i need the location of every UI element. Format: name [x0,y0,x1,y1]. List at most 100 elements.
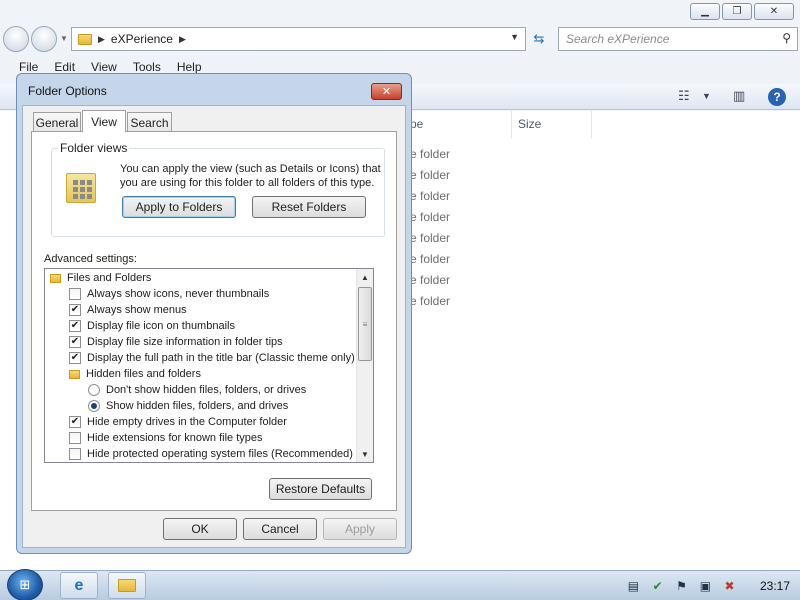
close-window-button[interactable]: ✕ [754,3,794,20]
scroll-thumb[interactable]: ≡ [358,287,372,361]
tree-item-label: Display the full path in the title bar (… [87,352,355,364]
apply-button[interactable]: Apply [323,518,397,540]
checkbox-unchecked[interactable] [69,432,81,444]
volume-muted-icon[interactable]: ✖ [722,579,737,594]
breadcrumb-experience[interactable]: eXPerience [111,32,173,46]
scroll-down-icon[interactable]: ▼ [357,446,373,462]
tree-option-row[interactable]: ✔ Display the full path in the title bar … [45,350,357,366]
tree-scrollbar[interactable]: ▲ ≡ ▼ [356,269,373,462]
back-button[interactable] [3,26,29,52]
apply-to-folders-button[interactable]: Apply to Folders [122,196,236,218]
breadcrumb-arrow-icon[interactable]: ▶ [98,34,105,45]
minimize-button[interactable]: ▁ [690,3,720,20]
file-type-cell[interactable]: e folder [410,252,450,266]
tree-item-label: Display file icon on thumbnails [87,320,235,332]
checkbox-unchecked[interactable] [69,448,81,460]
search-placeholder: Search eXPerience [566,32,670,46]
tree-option-row[interactable]: ✔ Always show menus [45,302,357,318]
tree-option-row[interactable]: Hide extensions for known file types [45,430,357,446]
tree-item-label: Files and Folders [67,272,152,284]
column-divider[interactable] [591,111,592,139]
maximize-button[interactable]: ❐ [722,3,752,20]
internet-explorer-icon: e [74,576,84,594]
file-type-cell[interactable]: e folder [410,273,450,287]
reset-folders-button[interactable]: Reset Folders [252,196,366,218]
security-shield-icon[interactable]: ✔ [650,579,665,594]
tree-option-row[interactable]: Always show icons, never thumbnails [45,286,357,302]
tree-option-row[interactable]: ✔ Display file size information in folder… [45,334,357,350]
advanced-settings-tree[interactable]: Files and Folders Always show icons, neve… [44,268,374,463]
tree-item-label: Always show menus [87,304,187,316]
file-type-cell[interactable]: e folder [410,231,450,245]
tab-general[interactable]: General [33,112,81,132]
forward-button[interactable] [31,26,57,52]
folder-views-group: Folder views You can apply the view (suc… [51,141,385,237]
tree-item-label: Hidden files and folders [86,368,201,380]
tree-item-label: Show hidden files, folders, and drives [106,400,289,412]
file-type-cell[interactable]: e folder [410,168,450,182]
start-button[interactable]: ⊞ [7,569,43,600]
folder-icon [69,369,80,379]
folder-options-dialog: Folder Options ✕ General View Search Fol… [16,73,412,554]
refresh-icon: ⇆ [533,31,545,46]
clock[interactable]: 23:17 [760,579,790,593]
file-type-cell[interactable]: e folder [410,147,450,161]
tab-search[interactable]: Search [127,112,172,132]
checkbox-checked[interactable]: ✔ [69,416,81,428]
dialog-close-button[interactable]: ✕ [371,83,402,100]
tab-view[interactable]: View [82,110,126,132]
file-type-cell[interactable]: e folder [410,210,450,224]
tree-group-row: Files and Folders [45,270,357,286]
restore-icon: ❐ [732,6,742,17]
recent-pages-dropdown-icon[interactable]: ▼ [60,34,68,43]
checkbox-checked[interactable]: ✔ [69,352,81,364]
tree-item-label: Don't show hidden files, folders, or dri… [106,384,307,396]
tree-item-label: Display file size information in folder … [87,336,283,348]
checkbox-checked[interactable]: ✔ [69,304,81,316]
ok-button[interactable]: OK [163,518,237,540]
search-icon[interactable]: ⚲ [782,31,791,45]
advanced-settings-label: Advanced settings: [44,253,137,265]
file-type-cell[interactable]: e folder [410,189,450,203]
dialog-title: Folder Options [28,84,107,98]
radio-unselected[interactable] [88,384,100,396]
cancel-button[interactable]: Cancel [243,518,317,540]
views-icon[interactable]: ☷ [678,88,690,104]
search-input[interactable]: Search eXPerience ⚲ [558,27,798,51]
tree-option-row[interactable]: Show hidden files, folders, and drives [45,398,357,414]
column-header-type[interactable]: pe [410,117,423,131]
tree-item-label: Hide extensions for known file types [87,432,263,444]
folder-icon [50,273,61,283]
network-icon[interactable]: ▣ [698,579,713,594]
column-header-size[interactable]: Size [518,117,541,131]
restore-defaults-button[interactable]: Restore Defaults [269,478,372,500]
action-center-flag-icon[interactable]: ⚑ [674,579,689,594]
window-controls: ▁ ❐ ✕ [690,3,794,20]
folder-icon [118,579,136,592]
refresh-button[interactable]: ⇆ [528,28,550,50]
views-dropdown-icon[interactable]: ▼ [702,91,711,101]
tree-item-label: Hide protected operating system files (R… [87,448,353,460]
apply-to-folders-label: Apply to Folders [135,200,223,214]
document-icon[interactable]: ▤ [626,579,641,594]
checkbox-checked[interactable]: ✔ [69,336,81,348]
breadcrumb-arrow-icon[interactable]: ▶ [179,34,186,45]
taskbar-windows-explorer[interactable] [108,572,146,599]
radio-dot [91,403,97,409]
address-bar[interactable]: ▶ eXPerience ▶ ▼ [71,27,526,51]
radio-selected[interactable] [88,400,100,412]
help-icon[interactable]: ? [768,88,786,106]
file-type-cell[interactable]: e folder [410,294,450,308]
taskbar-internet-explorer[interactable]: e [60,572,98,599]
tree-option-row[interactable]: ✔ Hide empty drives in the Computer folde… [45,414,357,430]
tree-option-row[interactable]: Hide protected operating system files (R… [45,446,357,462]
preview-pane-icon[interactable]: ▥ [733,88,745,104]
scroll-up-icon[interactable]: ▲ [357,269,373,285]
close-icon: ✕ [769,6,779,17]
checkbox-checked[interactable]: ✔ [69,320,81,332]
address-dropdown-icon[interactable]: ▼ [510,32,519,42]
checkbox-unchecked[interactable] [69,288,81,300]
column-divider[interactable] [511,111,512,139]
tree-option-row[interactable]: Don't show hidden files, folders, or dri… [45,382,357,398]
tree-option-row[interactable]: ✔ Display file icon on thumbnails [45,318,357,334]
